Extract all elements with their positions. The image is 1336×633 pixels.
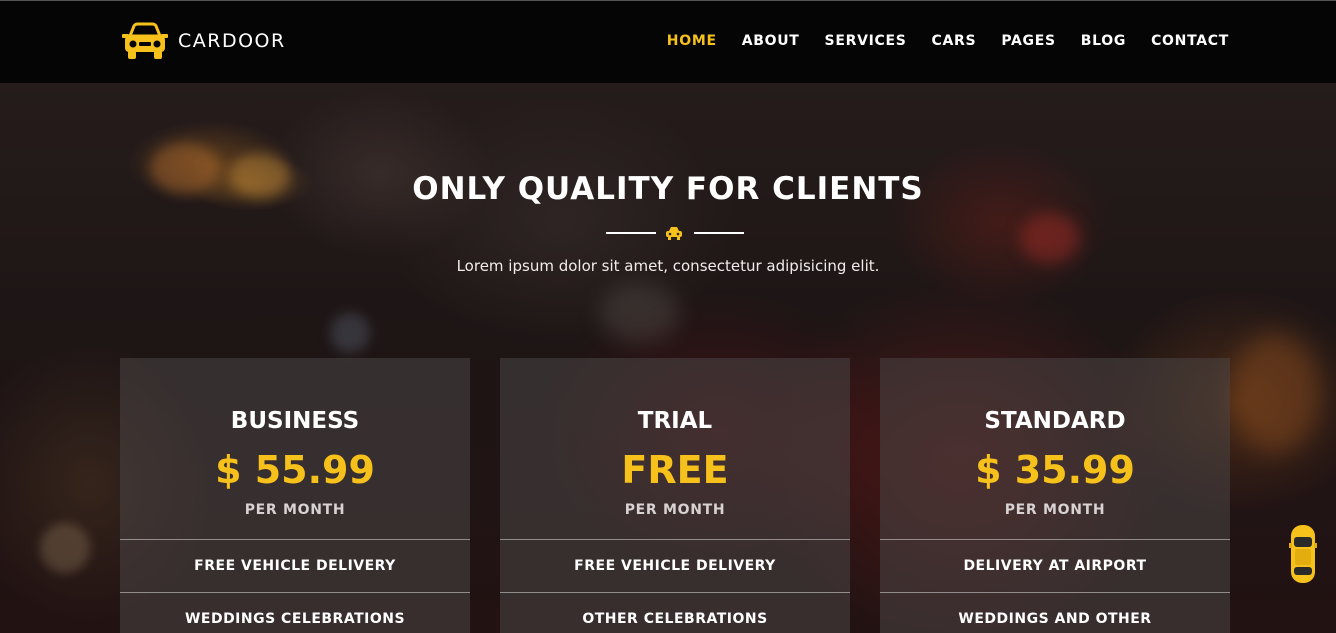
section-title: ONLY QUALITY FOR CLIENTS <box>412 171 924 207</box>
plan-feature: WEDDINGS CELEBRATIONS <box>120 592 470 633</box>
pricing-card-standard: STANDARD $ 35.99 PER MONTH DELIVERY AT A… <box>880 358 1230 633</box>
plan-period: PER MONTH <box>1004 502 1106 518</box>
plan-name: BUSINESS <box>230 408 360 434</box>
plan-price: $ 35.99 <box>975 448 1135 492</box>
pricing-card-trial: TRIAL FREE PER MONTH FREE VEHICLE DELIVE… <box>500 358 850 633</box>
plan-feature: OTHER CELEBRATIONS <box>500 592 850 633</box>
nav-blog[interactable]: BLOG <box>1081 33 1126 49</box>
divider-line <box>694 232 744 234</box>
plan-name: TRIAL <box>637 408 713 434</box>
plan-feature: FREE VEHICLE DELIVERY <box>500 539 850 593</box>
divider-line <box>606 232 656 234</box>
plan-name: STANDARD <box>984 408 1126 434</box>
plan-price: FREE <box>621 448 729 492</box>
section-subtitle: Lorem ipsum dolor sit amet, consectetur … <box>456 257 880 275</box>
nav-about[interactable]: ABOUT <box>742 33 800 49</box>
plan-feature: DELIVERY AT AIRPORT <box>880 539 1230 593</box>
main-nav: HOME ABOUT SERVICES CARS PAGES BLOG CONT… <box>642 33 1229 49</box>
title-divider <box>606 225 744 241</box>
scroll-top-car-icon[interactable] <box>1288 523 1318 585</box>
header: CARDOOR HOME ABOUT SERVICES CARS PAGES B… <box>0 0 1336 83</box>
plan-period: PER MONTH <box>624 502 726 518</box>
brand-name: CARDOOR <box>178 30 286 52</box>
car-icon <box>122 22 168 59</box>
nav-cars[interactable]: CARS <box>932 33 977 49</box>
pricing-section: ONLY QUALITY FOR CLIENTS Lorem ipsum dol… <box>0 83 1336 633</box>
nav-home[interactable]: HOME <box>667 33 717 49</box>
small-car-icon <box>666 227 682 240</box>
nav-pages[interactable]: PAGES <box>1001 33 1055 49</box>
pricing-card-business: BUSINESS $ 55.99 PER MONTH FREE VEHICLE … <box>120 358 470 633</box>
nav-services[interactable]: SERVICES <box>825 33 907 49</box>
nav-contact[interactable]: CONTACT <box>1151 33 1229 49</box>
brand-logo[interactable]: CARDOOR <box>120 21 286 61</box>
plan-feature: WEDDINGS AND OTHER <box>880 592 1230 633</box>
plan-feature: FREE VEHICLE DELIVERY <box>120 539 470 593</box>
plan-price: $ 55.99 <box>215 448 375 492</box>
plan-period: PER MONTH <box>244 502 346 518</box>
